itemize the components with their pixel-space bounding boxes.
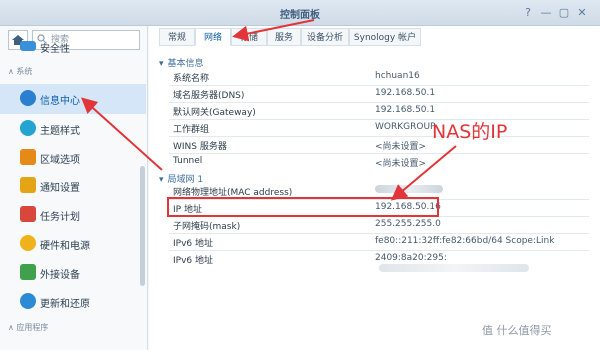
redacted-mac: [375, 185, 443, 193]
shield-icon: [20, 41, 36, 51]
row-value: 192.168.50.1: [375, 105, 436, 115]
window-title: 控制面板: [280, 10, 320, 21]
sidebar: 搜索 安全性 ∧ 系统 信息中心 主题样式 区域选项 通知设置 任务计划 硬件和…: [0, 26, 148, 350]
title-bar: 控制面板 ? — ▢ ✕: [0, 0, 600, 26]
sidebar-item-hardware-power[interactable]: 硬件和电源: [0, 229, 146, 257]
row-value: <尚未设置>: [375, 159, 427, 169]
row-label: 域名服务器(DNS): [173, 91, 245, 101]
main-panel: 常规 网络 存储 服务 设备分析 Synology 帐户 ▾ 基本信息 系统名称 …: [149, 26, 600, 350]
calendar-icon: [20, 206, 36, 222]
row-value: 255.255.255.0: [375, 219, 441, 229]
sidebar-item-label: 任务计划: [40, 212, 80, 223]
redacted-ipv6: [379, 263, 529, 272]
tab-services[interactable]: 服务: [267, 28, 301, 46]
watermark: 值 什么值得买: [482, 324, 552, 337]
info-row: 工作群组 WORKGROUP: [159, 120, 589, 135]
region-icon: [20, 149, 36, 165]
sidebar-item-external-devices[interactable]: 外接设备: [0, 258, 146, 286]
sidebar-item-region[interactable]: 区域选项: [0, 143, 146, 171]
info-row: 默认网关(Gateway) 192.168.50.1: [159, 103, 589, 118]
sidebar-item-info-center[interactable]: 信息中心: [0, 84, 146, 114]
minimize-icon[interactable]: —: [538, 5, 554, 21]
sidebar-item-label: 主题样式: [40, 126, 80, 137]
close-icon[interactable]: ✕: [574, 5, 590, 21]
info-row: 网络物理地址(MAC address): [159, 183, 589, 198]
sidebar-item-label: 外接设备: [40, 270, 80, 281]
info-icon: [20, 90, 36, 106]
ipv6-value: 2409:8a20:295:: [375, 253, 447, 263]
sidebar-item-task-scheduler[interactable]: 任务计划: [0, 200, 146, 228]
row-label: IPv6 地址: [173, 256, 213, 266]
row-value: hchuan16: [375, 71, 420, 81]
sidebar-item-theme[interactable]: 主题样式: [0, 114, 146, 142]
row-label: 工作群组: [173, 125, 210, 135]
tab-network[interactable]: 网络: [195, 28, 231, 46]
tab-storage[interactable]: 存储: [231, 28, 267, 46]
sidebar-item-update-restore[interactable]: 更新和还原: [0, 287, 146, 315]
row-label: 子网掩码(mask): [173, 222, 241, 232]
info-row: IPv6 地址 fe80::211:32ff:fe82:66bd/64 Scop…: [159, 234, 589, 249]
row-label: Tunnel: [173, 156, 203, 166]
control-panel-window: 控制面板 ? — ▢ ✕ 搜索 安全性 ∧ 系统 信息中心 主题样式 区域选项 …: [0, 0, 600, 350]
palette-icon: [20, 120, 36, 136]
info-row: IPv6 地址 2409:8a20:295:: [159, 251, 589, 272]
section-label: 系统: [16, 67, 33, 76]
sidebar-item-label: 安全性: [40, 44, 70, 55]
row-value: 2409:8a20:295:: [375, 253, 589, 273]
sidebar-item-label: 通知设置: [40, 183, 80, 194]
section-basic-info[interactable]: ▾ 基本信息: [159, 56, 204, 69]
maximize-icon[interactable]: ▢: [556, 5, 572, 21]
row-label: 系统名称: [173, 74, 210, 84]
row-label: 默认网关(Gateway): [173, 108, 256, 118]
bell-icon: [20, 177, 36, 193]
section-label: 应用程序: [16, 323, 49, 332]
sidebar-section-system[interactable]: ∧ 系统: [8, 66, 144, 77]
row-label: WINS 服务器: [173, 142, 227, 152]
info-row: 子网掩码(mask) 255.255.255.0: [159, 217, 589, 232]
row-value: fe80::211:32ff:fe82:66bd/64 Scope:Link: [375, 236, 555, 246]
row-value: <尚未设置>: [375, 142, 427, 152]
sidebar-scrollbar[interactable]: [140, 166, 145, 286]
sidebar-item-security[interactable]: 安全性: [0, 40, 146, 55]
row-label: IPv6 地址: [173, 239, 213, 249]
info-row: WINS 服务器 <尚未设置>: [159, 137, 589, 152]
info-row: 系统名称 hchuan16: [159, 69, 589, 84]
sidebar-item-label: 区域选项: [40, 155, 80, 166]
tab-synology-account[interactable]: Synology 帐户: [349, 28, 421, 46]
section-heading: 基本信息: [167, 59, 204, 69]
info-row: Tunnel <尚未设置>: [159, 154, 589, 169]
annotation-label: NAS的IP: [432, 121, 508, 143]
tab-general[interactable]: 常规: [159, 28, 195, 46]
sidebar-item-label: 硬件和电源: [40, 241, 90, 252]
row-value: WORKGROUP: [375, 122, 436, 132]
help-icon[interactable]: ?: [520, 5, 536, 21]
tab-device-analytics[interactable]: 设备分析: [301, 28, 349, 46]
row-value: 192.168.50.1: [375, 88, 436, 98]
sidebar-item-label: 更新和还原: [40, 299, 90, 310]
sidebar-section-apps[interactable]: ∧ 应用程序: [8, 322, 144, 333]
sidebar-item-label: 信息中心: [40, 96, 80, 107]
info-row: 域名服务器(DNS) 192.168.50.1: [159, 86, 589, 101]
sidebar-item-notification[interactable]: 通知设置: [0, 171, 146, 199]
row-value-redacted: [375, 185, 443, 196]
collapse-icon: ▾: [159, 59, 164, 69]
update-icon: [20, 293, 36, 309]
bulb-icon: [20, 235, 36, 251]
ip-highlight-box: [167, 197, 439, 217]
device-icon: [20, 264, 36, 280]
